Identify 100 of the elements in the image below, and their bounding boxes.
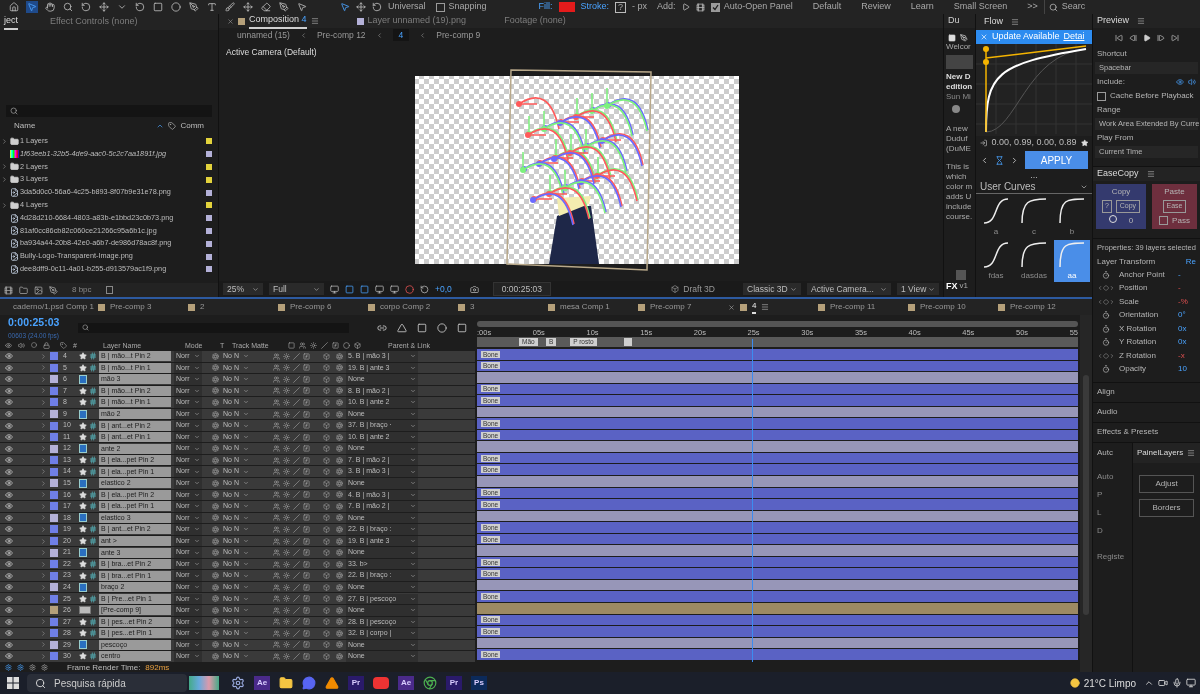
panel-text: color m <box>945 182 974 192</box>
curve-preset[interactable]: fdas <box>978 240 1014 282</box>
panel-text: Registe <box>1097 550 1126 563</box>
panel-button[interactable]: Adjust <box>1139 474 1194 493</box>
app-icon[interactable]: Pr <box>446 676 462 690</box>
field-label: Shortcut <box>1096 48 1128 60</box>
breadcrumb[interactable]: 4 <box>392 28 410 42</box>
renderer-dropdown[interactable]: Classic 3D <box>743 283 801 295</box>
panel-tab[interactable]: Du <box>944 14 975 28</box>
collapsed-panel-header[interactable]: Effects & Presets <box>1093 421 1200 442</box>
panel-tab[interactable]: Footage (none) <box>504 14 566 28</box>
timeline-tab[interactable]: 3 <box>470 301 475 313</box>
panel-button[interactable]: Borders <box>1139 498 1194 517</box>
timeline-tab[interactable]: Pre-comp 6 <box>290 301 332 313</box>
current-timecode[interactable]: 0:00:25:03 <box>8 315 68 331</box>
panel-text: course. <box>945 212 974 222</box>
workspace-tab[interactable]: Review <box>861 0 891 14</box>
taskbar-search-field[interactable]: Pesquisa rápida <box>27 674 187 692</box>
panel-text: Welcor <box>945 42 972 52</box>
property-value[interactable]: -% <box>1178 295 1188 308</box>
panel-text: Sun Mi <box>945 92 972 102</box>
resolution-dropdown[interactable]: Full <box>269 283 324 295</box>
app-icon[interactable]: Pr <box>348 676 364 690</box>
checkbox-label: Pass <box>1172 214 1190 227</box>
zoom-dropdown[interactable]: 25% <box>223 283 263 295</box>
timeline-tab[interactable]: corpo Comp 2 <box>380 301 431 313</box>
camera-dropdown[interactable]: Active Camera... <box>807 283 891 295</box>
property-value[interactable]: 0x <box>1178 322 1187 335</box>
banner-text: Update Available <box>992 30 1060 44</box>
property-label: Position <box>1119 282 1149 294</box>
panel-text: adds U <box>945 192 973 202</box>
panel-tab[interactable]: Autc <box>1093 442 1132 463</box>
timeline-tab[interactable]: 2 <box>200 301 205 313</box>
more-menu[interactable]: ... <box>976 170 1092 180</box>
exposure-value[interactable]: +0,0 <box>435 282 452 296</box>
view-layout-dropdown[interactable]: 1 View <box>897 283 939 295</box>
timeline-tab[interactable]: Pre-comp 11 <box>830 301 876 313</box>
help-search-field[interactable]: Searc <box>1043 0 1086 14</box>
field-label: D <box>1097 524 1104 537</box>
property-value[interactable]: 10 <box>1178 363 1187 375</box>
field-label: P <box>1097 488 1104 501</box>
draft-3d-toggle[interactable]: Draft 3D <box>671 282 715 296</box>
panel-text: A new <box>945 124 969 134</box>
field-label: Play From <box>1096 132 1135 144</box>
app-icon[interactable]: Ae <box>398 676 414 690</box>
render-time-value: 892ms <box>145 661 170 674</box>
workspace-tab[interactable]: Learn <box>910 0 934 14</box>
logo: FX <box>946 279 958 293</box>
property-value[interactable]: - <box>1178 268 1181 281</box>
panel-text: Duduf <box>945 134 969 144</box>
stroke-swatch[interactable]: ? <box>615 1 627 13</box>
breadcrumb[interactable]: Pre-comp 9 <box>436 28 481 42</box>
section-label: Paste <box>1164 186 1185 198</box>
property-label: X Rotation <box>1119 322 1158 335</box>
panel-tab[interactable]: Effect Controls (none) <box>50 15 138 29</box>
weather-text: 21°C Limpo <box>1083 676 1136 691</box>
curve-preset[interactable]: b <box>1054 196 1090 238</box>
render-time-label: Frame Render Time: <box>67 661 141 674</box>
collapsed-panel-header[interactable]: Align <box>1093 381 1200 402</box>
curve-preset[interactable]: a <box>978 196 1014 238</box>
property-value[interactable]: - <box>1178 282 1181 294</box>
breadcrumb[interactable]: Pre-comp 12 <box>316 28 366 42</box>
curve-preset[interactable]: c <box>1016 196 1052 238</box>
timeline-tab[interactable]: caderno/1.psd Comp 1 <box>13 301 94 313</box>
timecode-field[interactable]: 0:00:25:03 <box>492 281 551 297</box>
property-label: Scale <box>1119 295 1140 308</box>
timeline-tab[interactable]: 4 <box>752 300 757 314</box>
timeline-tab[interactable]: Pre-comp 3 <box>110 301 152 313</box>
bit-depth[interactable]: 8 bpc <box>72 284 92 296</box>
curve-preset[interactable]: dasdas <box>1016 240 1052 282</box>
field-label: Auto <box>1097 470 1115 483</box>
timeline-tab[interactable]: Pre-comp 7 <box>650 301 692 313</box>
property-label: Opacity <box>1119 363 1148 375</box>
stroke-width: - px <box>632 0 648 14</box>
panel-tab[interactable]: Layer unnamed (19).png <box>367 14 467 28</box>
breadcrumb[interactable]: unnamed (15) <box>237 28 290 42</box>
panel-text: New D <box>945 72 972 82</box>
panel-tab[interactable]: Flow <box>984 15 1003 29</box>
panel-text: edition <box>945 82 974 92</box>
timeline-tab[interactable]: Pre-comp 10 <box>920 301 966 313</box>
property-label: Y Rotation <box>1119 336 1158 348</box>
workspace-tab[interactable]: Small Screen <box>953 0 1008 14</box>
workspace-tab[interactable]: Default <box>812 0 842 14</box>
panel-tab[interactable]: ject <box>4 14 18 30</box>
section-label: Copy <box>1111 186 1131 198</box>
reset-link[interactable]: Re <box>1185 255 1196 268</box>
app-icon[interactable]: Ae <box>254 676 270 690</box>
panel-tab[interactable]: Composition 4 <box>249 13 307 29</box>
panel-text: This is <box>945 162 971 172</box>
timeline-tab[interactable]: mesa Comp 1 <box>560 301 610 313</box>
app-icon[interactable]: Ps <box>471 676 487 690</box>
stroke-label: Stroke: <box>580 0 610 14</box>
property-value[interactable]: -x <box>1178 349 1185 362</box>
collapsed-panel-header[interactable]: Audio <box>1093 401 1200 422</box>
property-value[interactable]: 0x <box>1178 336 1187 348</box>
version-label: v1 <box>959 280 968 293</box>
timeline-tab[interactable]: Pre-comp 12 <box>1010 301 1056 313</box>
property-value[interactable]: 0° <box>1178 309 1186 321</box>
copy-count: 0 <box>1128 214 1134 227</box>
more-workspaces[interactable]: >> <box>1027 0 1038 14</box>
